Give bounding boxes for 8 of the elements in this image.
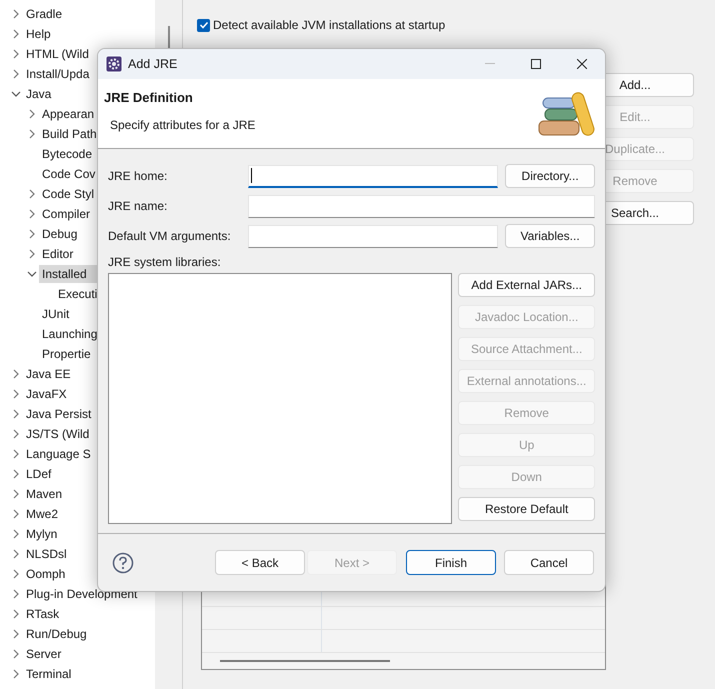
page-description: Specify attributes for a JRE xyxy=(109,116,256,134)
window-title: Add JRE xyxy=(128,56,178,73)
page-heading: JRE Definition xyxy=(104,89,194,107)
libraries-label: JRE system libraries: xyxy=(108,254,222,271)
field-label: Default VM arguments: xyxy=(108,228,232,245)
field-label: JRE name: xyxy=(108,198,168,215)
field-label: JRE home: xyxy=(108,168,168,185)
checkbox-label: Detect available JVM installations at startup xyxy=(213,17,446,34)
